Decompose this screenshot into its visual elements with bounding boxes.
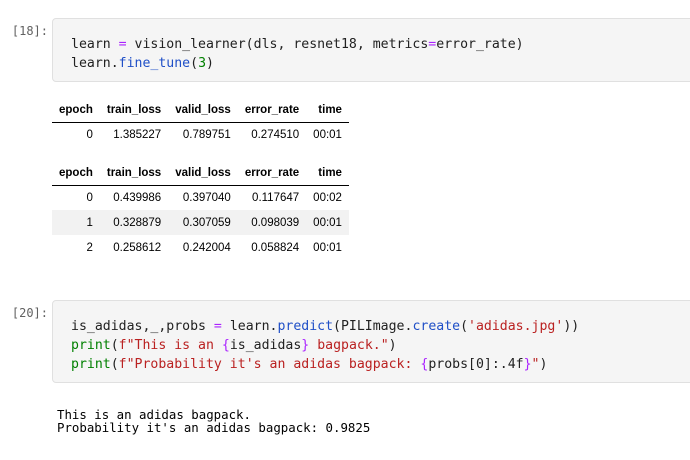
table-cell: 0.242004 xyxy=(182,241,231,254)
table-cell: 0.397040 xyxy=(182,191,231,204)
table-cell: 0.258612 xyxy=(113,241,162,254)
output-line: Probability it's an adidas bagpack: 0.98… xyxy=(57,420,371,435)
table-cell: 2 xyxy=(86,241,93,254)
column-header: valid_loss xyxy=(168,161,238,186)
table-row: 1 0.328879 0.307059 0.098039 00:01 xyxy=(52,210,349,235)
table-cell: 0.439986 xyxy=(113,191,162,204)
table-cell: 0 xyxy=(86,128,93,141)
training-table-frozen: epoch train_loss valid_loss error_rate t… xyxy=(52,98,349,147)
column-header: epoch xyxy=(52,161,100,186)
code-line: learn = vision_learner(dls, resnet18, me… xyxy=(71,37,524,52)
column-header: time xyxy=(306,98,349,123)
table-cell: 0 xyxy=(86,191,93,204)
training-table-unfrozen: epoch train_loss valid_loss error_rate t… xyxy=(52,161,349,260)
column-header: epoch xyxy=(52,98,100,123)
column-header: train_loss xyxy=(99,161,169,186)
table-cell: 00:02 xyxy=(313,191,342,204)
column-header: error_rate xyxy=(237,98,307,123)
table-cell: 0.328879 xyxy=(99,210,169,235)
table-cell: 00:01 xyxy=(313,128,342,141)
code-line: print(f"This is an {is_adidas} bagpack."… xyxy=(71,338,397,353)
cell-prompt: [20]: xyxy=(11,306,48,320)
cell-prompt: [18]: xyxy=(11,24,48,38)
column-header: time xyxy=(306,161,349,186)
table-cell: 1 xyxy=(52,210,100,235)
cell-output: This is an adidas bagpack. Probability i… xyxy=(57,408,370,434)
table-row: 2 0.258612 0.242004 0.058824 00:01 xyxy=(52,235,349,260)
table-row: 0 0.439986 0.397040 0.117647 00:02 xyxy=(52,185,349,210)
code-line: is_adidas,_,probs = learn.predict(PILIma… xyxy=(71,319,580,334)
table-cell: 0.117647 xyxy=(252,191,300,204)
table-header-row: epoch train_loss valid_loss error_rate t… xyxy=(52,98,349,123)
table-cell: 1.385227 xyxy=(113,128,162,141)
table-cell: 0.058824 xyxy=(251,241,300,254)
code-cell-20[interactable]: is_adidas,_,probs = learn.predict(PILIma… xyxy=(52,300,690,383)
table-header-row: epoch train_loss valid_loss error_rate t… xyxy=(52,161,349,186)
table-cell: 0.307059 xyxy=(168,210,238,235)
code-line: print(f"Probability it's an adidas bagpa… xyxy=(71,357,548,372)
table-cell: 0.789751 xyxy=(182,128,231,141)
table-cell: 00:01 xyxy=(313,241,342,254)
table-cell: 00:01 xyxy=(306,210,349,235)
table-cell: 0.098039 xyxy=(237,210,307,235)
column-header: error_rate xyxy=(237,161,307,186)
code-line: learn.fine_tune(3) xyxy=(71,56,214,71)
code-cell-18[interactable]: learn = vision_learner(dls, resnet18, me… xyxy=(52,18,690,82)
table-cell: 0.274510 xyxy=(251,128,300,141)
column-header: valid_loss xyxy=(168,98,238,123)
column-header: train_loss xyxy=(99,98,169,123)
table-row: 0 1.385227 0.789751 0.274510 00:01 xyxy=(52,122,349,147)
